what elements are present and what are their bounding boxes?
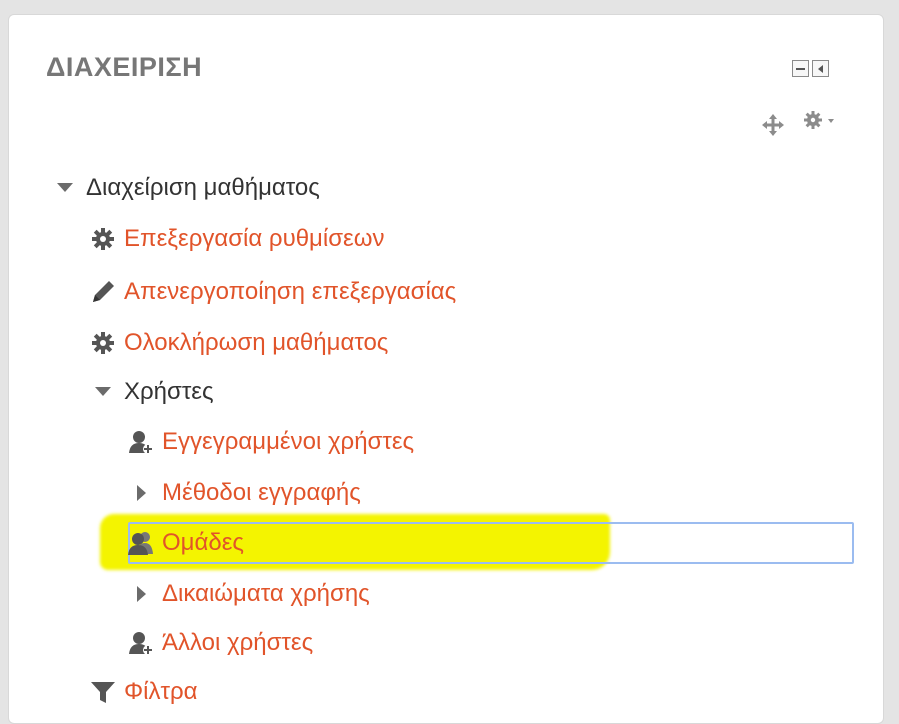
administration-block <box>8 14 884 724</box>
tree-item-turn-editing-off[interactable]: Απενεργοποίηση επεξεργασίας <box>90 274 456 310</box>
tree-item-edit-settings[interactable]: Επεξεργασία ρυθμίσεων <box>90 221 384 257</box>
tree-item-course-completion[interactable]: Ολοκλήρωση μαθήματος <box>90 325 388 361</box>
filter-icon <box>90 679 116 705</box>
tree-item-filters[interactable]: Φίλτρα <box>90 674 198 710</box>
user-add-icon <box>128 630 154 656</box>
filters-link[interactable]: Φίλτρα <box>124 678 198 706</box>
tree-item-enrolment-methods[interactable]: Μέθοδοι εγγραφής <box>128 475 361 511</box>
group-icon <box>128 530 154 556</box>
tree-item-permissions[interactable]: Δικαιώματα χρήσης <box>128 576 370 612</box>
permissions-link[interactable]: Δικαιώματα χρήσης <box>162 580 370 608</box>
edit-settings-link[interactable]: Επεξεργασία ρυθμίσεων <box>124 225 384 253</box>
enrolled-users-link[interactable]: Εγγεγραμμένοι χρήστες <box>162 428 414 456</box>
block-title: ΔΙΑΧΕΙΡΙΣΗ <box>46 52 203 82</box>
tree-item-other-users[interactable]: Άλλοι χρήστες <box>128 625 313 661</box>
enrolment-methods-link[interactable]: Μέθοδοι εγγραφής <box>162 479 361 507</box>
other-users-link[interactable]: Άλλοι χρήστες <box>162 629 313 657</box>
gear-icon <box>90 226 116 252</box>
gear-icon <box>90 330 116 356</box>
minimize-icon[interactable] <box>792 60 809 77</box>
triangle-down-icon[interactable] <box>52 175 78 201</box>
turn-editing-off-link[interactable]: Απενεργοποίηση επεξεργασίας <box>124 278 456 306</box>
pencil-icon <box>90 279 116 305</box>
tree-item-groups[interactable]: Ομάδες <box>128 525 244 561</box>
triangle-right-icon[interactable] <box>128 480 154 506</box>
user-add-icon <box>128 429 154 455</box>
groups-link[interactable]: Ομάδες <box>162 529 244 557</box>
tree-item-course-administration[interactable]: Διαχείριση μαθήματος <box>52 170 320 206</box>
triangle-down-icon[interactable] <box>90 379 116 405</box>
move-icon[interactable] <box>762 114 784 141</box>
tree-label: Χρήστες <box>124 378 214 405</box>
tree-label: Διαχείριση μαθήματος <box>86 174 320 201</box>
dock-icon[interactable] <box>812 60 829 77</box>
gear-menu-icon[interactable] <box>802 110 838 137</box>
tree-item-users[interactable]: Χρήστες <box>90 374 214 410</box>
tree-item-enrolled-users[interactable]: Εγγεγραμμένοι χρήστες <box>128 424 414 460</box>
triangle-right-icon[interactable] <box>128 581 154 607</box>
course-completion-link[interactable]: Ολοκλήρωση μαθήματος <box>124 329 388 357</box>
